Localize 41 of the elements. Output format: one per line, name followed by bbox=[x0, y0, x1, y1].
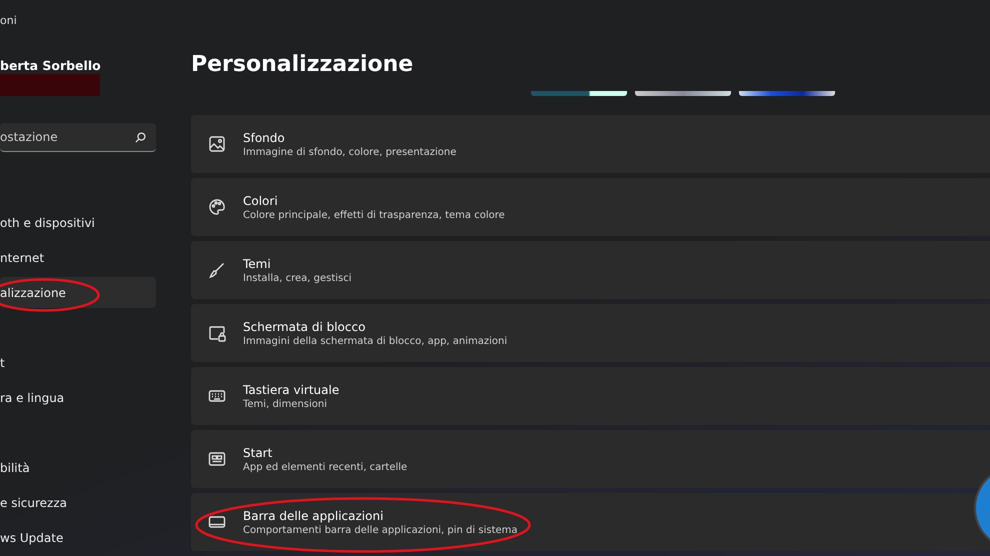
settings-card[interactable]: Tastiera virtuale Temi, dimensioni bbox=[191, 367, 990, 425]
nav-item[interactable]: t bbox=[0, 347, 156, 378]
setting-title: Barra delle applicazioni bbox=[243, 508, 384, 522]
window-title: oni bbox=[0, 13, 18, 29]
profile-name: berta Sorbello bbox=[0, 58, 102, 74]
setting-title: Tastiera virtuale bbox=[243, 382, 340, 396]
setting-description: App ed elementi recenti, cartelle bbox=[243, 462, 408, 472]
settings-card[interactable]: Schermata di blocco Immagini della schermata di blocco, app, animazioni bbox=[191, 304, 990, 362]
nav-item[interactable]: bilità bbox=[0, 452, 156, 483]
nav-item[interactable]: oth e dispositivi bbox=[0, 207, 156, 238]
nav-item[interactable]: ws Update bbox=[0, 522, 156, 553]
setting-description: Temi, dimensioni bbox=[243, 398, 328, 410]
nav-item[interactable]: ra e lingua bbox=[0, 382, 156, 413]
setting-description: Installa, crea, gestisci bbox=[243, 272, 352, 284]
brush-icon bbox=[208, 261, 226, 279]
wallpaper-thumbnail[interactable] bbox=[739, 91, 835, 96]
start-icon bbox=[208, 450, 226, 468]
nav-item[interactable]: e sicurezza bbox=[0, 487, 156, 518]
setting-description: Comportamenti barra delle applicazioni, pin di sistema bbox=[243, 524, 518, 536]
settings-card[interactable]: Start App ed elementi recenti, cartelle bbox=[191, 430, 990, 488]
wallpaper-thumbnail[interactable] bbox=[635, 91, 731, 96]
setting-description: Immagine di sfondo, colore, presentazione bbox=[243, 146, 456, 158]
setting-description: Colore principale, effetti di trasparenza, tema colore bbox=[243, 210, 505, 220]
search-field[interactable]: ostazione bbox=[0, 123, 156, 152]
picture-icon bbox=[208, 135, 226, 153]
setting-description: Immagini della schermata di blocco, app, animazioni bbox=[243, 336, 508, 346]
page-title: Personalizzazione bbox=[191, 51, 414, 79]
wallpaper-thumbnail[interactable] bbox=[531, 91, 627, 96]
settings-card[interactable]: Barra delle applicazioni Comportamenti barra delle applicazioni, pin di sistema bbox=[191, 493, 990, 551]
settings-card[interactable]: Colori Colore principale, effetti di trasparenza, tema colore bbox=[191, 178, 990, 236]
palette-icon bbox=[208, 198, 226, 216]
search-icon bbox=[135, 132, 146, 143]
setting-title: Sfondo bbox=[243, 130, 286, 144]
lock-screen-icon bbox=[208, 324, 226, 342]
settings-card[interactable]: Temi Installa, crea, gestisci bbox=[191, 241, 990, 299]
nav-item[interactable]: nternet bbox=[0, 242, 156, 273]
settings-card[interactable]: Sfondo Immagine di sfondo, colore, presentazione bbox=[191, 115, 990, 173]
setting-title: Start bbox=[243, 446, 274, 460]
setting-title: Temi bbox=[243, 256, 272, 270]
setting-title: Colori bbox=[243, 194, 279, 208]
setting-title: Schermata di blocco bbox=[243, 320, 366, 334]
